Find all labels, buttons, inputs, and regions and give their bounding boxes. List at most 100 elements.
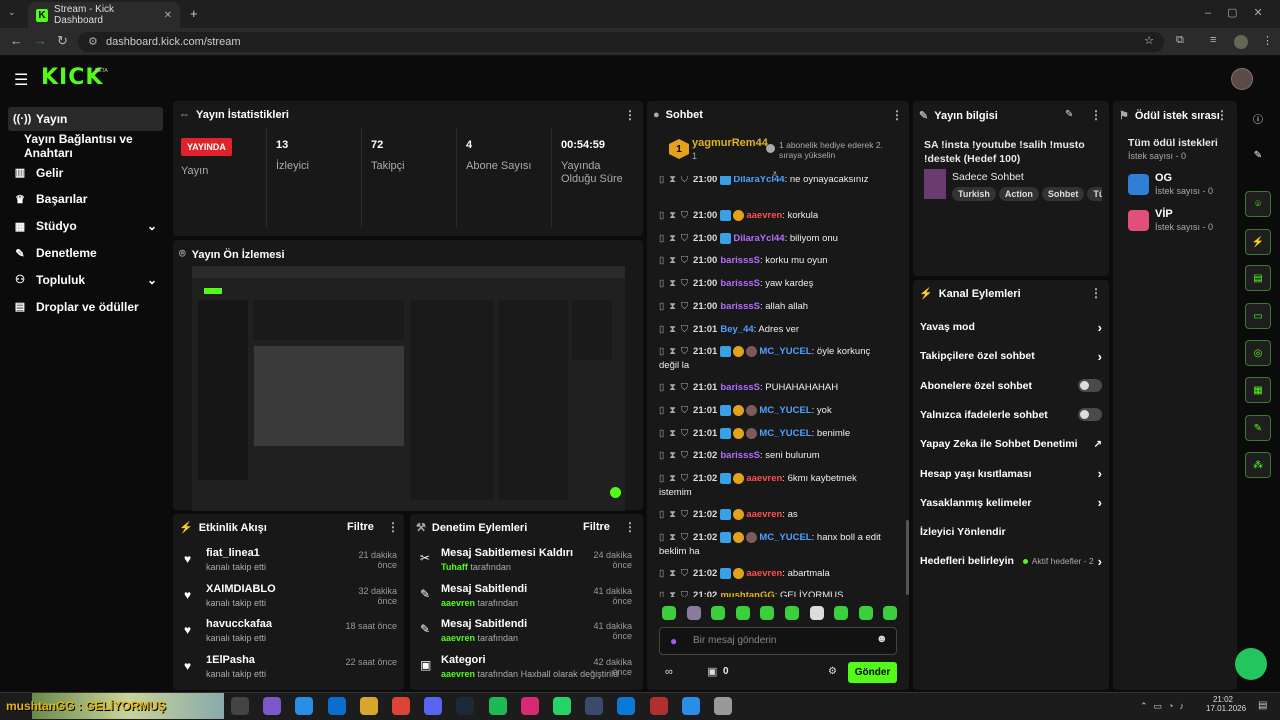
- document-icon[interactable]: ▤: [1245, 265, 1271, 291]
- moderation-menu-icon[interactable]: ⋮: [624, 520, 636, 534]
- floating-action-button[interactable]: [1235, 648, 1267, 680]
- bookmark-star-icon[interactable]: ☆: [1144, 34, 1154, 47]
- trash-icon[interactable]: ▯: [659, 210, 664, 221]
- ban-icon[interactable]: ⛉: [681, 176, 688, 185]
- trash-icon[interactable]: ▯: [659, 405, 664, 416]
- timeout-icon[interactable]: ⧗: [669, 324, 676, 335]
- rewards-menu-icon[interactable]: ⋮: [1216, 108, 1228, 122]
- chevron-right-icon[interactable]: ›: [1098, 349, 1102, 364]
- channel-action-row[interactable]: İzleyici Yönlendir: [920, 525, 1102, 539]
- channel-action-row[interactable]: Yasaklanmış kelimeler ›: [920, 495, 1102, 510]
- user-avatar[interactable]: [1231, 68, 1253, 90]
- reading-list-icon[interactable]: ≡: [1210, 34, 1216, 46]
- trash-icon[interactable]: ▯: [659, 346, 664, 357]
- taskbar-app-icon[interactable]: [392, 697, 410, 715]
- gifter-name[interactable]: yagmurRem44: [692, 137, 768, 149]
- ban-icon[interactable]: ⛉: [681, 382, 688, 393]
- toggle-switch[interactable]: [1078, 408, 1102, 422]
- chat-bubble-icon[interactable]: ▭: [1245, 303, 1271, 329]
- chat-username[interactable]: barisssS: [720, 278, 760, 289]
- timeout-icon[interactable]: ⧗: [669, 346, 676, 357]
- new-tab-icon[interactable]: +: [190, 6, 198, 21]
- trash-icon[interactable]: ▯: [659, 255, 664, 266]
- window-controls[interactable]: –▢✕: [1205, 6, 1279, 19]
- sidebar-item-1[interactable]: Yayın Bağlantısı ve Anahtarı: [8, 132, 163, 160]
- chat-menu-icon[interactable]: ⋮: [891, 108, 903, 122]
- emote-icon[interactable]: [785, 606, 799, 620]
- channel-action-control[interactable]: ›: [1098, 320, 1102, 335]
- emote-icon[interactable]: [711, 606, 726, 620]
- trash-icon[interactable]: ▯: [659, 324, 664, 335]
- chat-username[interactable]: MC_YUCEL: [759, 346, 811, 357]
- chat-username[interactable]: MC_YUCEL: [759, 532, 811, 543]
- emote-icon[interactable]: [760, 606, 775, 620]
- sidebar-item-2[interactable]: ▥ Gelir: [8, 161, 163, 185]
- taskbar-app-icon[interactable]: [681, 697, 700, 715]
- tag[interactable]: Tür: [1087, 187, 1102, 201]
- timeout-icon[interactable]: ⧗: [669, 255, 676, 266]
- trash-icon[interactable]: ▯: [659, 473, 664, 484]
- group-icon[interactable]: ⁂: [1245, 452, 1271, 478]
- chat-username[interactable]: aaevren: [746, 509, 782, 520]
- sidebar-item-0[interactable]: ((·)) Yayın: [8, 107, 163, 131]
- extensions-icon[interactable]: ⧉: [1176, 34, 1184, 47]
- tab-list-icon[interactable]: ⌄: [8, 7, 16, 18]
- timeout-icon[interactable]: ⧗: [669, 301, 676, 312]
- chat-username[interactable]: barisssS: [720, 382, 760, 393]
- notifications-icon[interactable]: ▤: [1258, 700, 1267, 711]
- channel-action-row[interactable]: Yavaş mod ›: [920, 320, 1102, 335]
- chevron-right-icon[interactable]: ›: [1098, 466, 1102, 481]
- sidebar-item-5[interactable]: ✎ Denetleme: [8, 241, 163, 265]
- mic-icon[interactable]: ●: [670, 634, 677, 648]
- activity-menu-icon[interactable]: ⋮: [387, 520, 399, 534]
- taskbar-app-icon[interactable]: [231, 697, 249, 715]
- chat-username[interactable]: mushtanGG: [720, 590, 774, 597]
- activity-name[interactable]: havucckafaa: [206, 618, 272, 630]
- emote-icon[interactable]: [686, 606, 701, 620]
- sidebar-item-4[interactable]: ▦ Stüdyo ⌄: [8, 214, 163, 238]
- ban-icon[interactable]: ⛉: [681, 278, 688, 289]
- ban-icon[interactable]: ⛉: [681, 255, 688, 266]
- url-bar[interactable]: ⚙ dashboard.kick.com/stream ☆: [78, 32, 1164, 52]
- moderation-actor[interactable]: aaevren: [441, 633, 475, 643]
- bolt-icon[interactable]: ⚡: [1245, 229, 1271, 255]
- timeout-icon[interactable]: ⧗: [669, 405, 676, 416]
- taskbar-app-icon[interactable]: [424, 697, 443, 715]
- chevron-right-icon[interactable]: ›: [1098, 554, 1102, 569]
- timeout-icon[interactable]: ⧗: [669, 532, 676, 543]
- trash-icon[interactable]: ▯: [659, 278, 664, 289]
- timeout-icon[interactable]: ⧗: [669, 176, 676, 185]
- timeout-icon[interactable]: ⧗: [669, 210, 676, 221]
- chevron-down-icon[interactable]: ⌄: [147, 273, 157, 287]
- emoji-icon[interactable]: ☻: [876, 633, 888, 645]
- ban-icon[interactable]: ⛉: [681, 428, 688, 439]
- taskbar-app-icon[interactable]: [295, 697, 314, 715]
- trash-icon[interactable]: ▯: [659, 428, 664, 439]
- external-link-icon[interactable]: ↗: [1094, 439, 1102, 450]
- chat-username[interactable]: Bey_44: [720, 324, 753, 335]
- sidebar-item-6[interactable]: ⚇ Topluluk ⌄: [8, 268, 163, 292]
- chat-username[interactable]: aaevren: [746, 568, 782, 579]
- ban-icon[interactable]: ⛉: [681, 532, 688, 543]
- emote-icon[interactable]: [735, 606, 750, 620]
- sidebar-item-7[interactable]: ▤ Droplar ve ödüller: [8, 295, 163, 319]
- timeout-icon[interactable]: ⧗: [669, 428, 676, 439]
- moderation-filter-button[interactable]: Filtre: [583, 521, 610, 533]
- activity-filter-button[interactable]: Filtre: [347, 521, 374, 533]
- channel-action-control[interactable]: [1078, 379, 1102, 393]
- back-icon[interactable]: ←: [10, 33, 23, 48]
- chat-username[interactable]: aaevren: [746, 473, 782, 484]
- chevron-right-icon[interactable]: ›: [1098, 320, 1102, 335]
- trash-icon[interactable]: ▯: [659, 590, 664, 597]
- ban-icon[interactable]: ⛉: [681, 301, 688, 312]
- channel-action-row[interactable]: Takipçilere özel sohbet ›: [920, 349, 1102, 364]
- chat-username[interactable]: DilaraYcl44: [733, 176, 784, 185]
- channel-action-row[interactable]: Abonelere özel sohbet: [920, 379, 1102, 393]
- ban-icon[interactable]: ⛉: [681, 473, 688, 484]
- taskbar-app-icon[interactable]: [327, 697, 346, 715]
- channel-action-control[interactable]: [1078, 408, 1102, 422]
- taskbar-app-icon[interactable]: [553, 697, 571, 715]
- channel-action-control[interactable]: ›: [1098, 495, 1102, 510]
- chat-username[interactable]: MC_YUCEL: [759, 428, 811, 439]
- reward-name[interactable]: OG: [1155, 172, 1172, 184]
